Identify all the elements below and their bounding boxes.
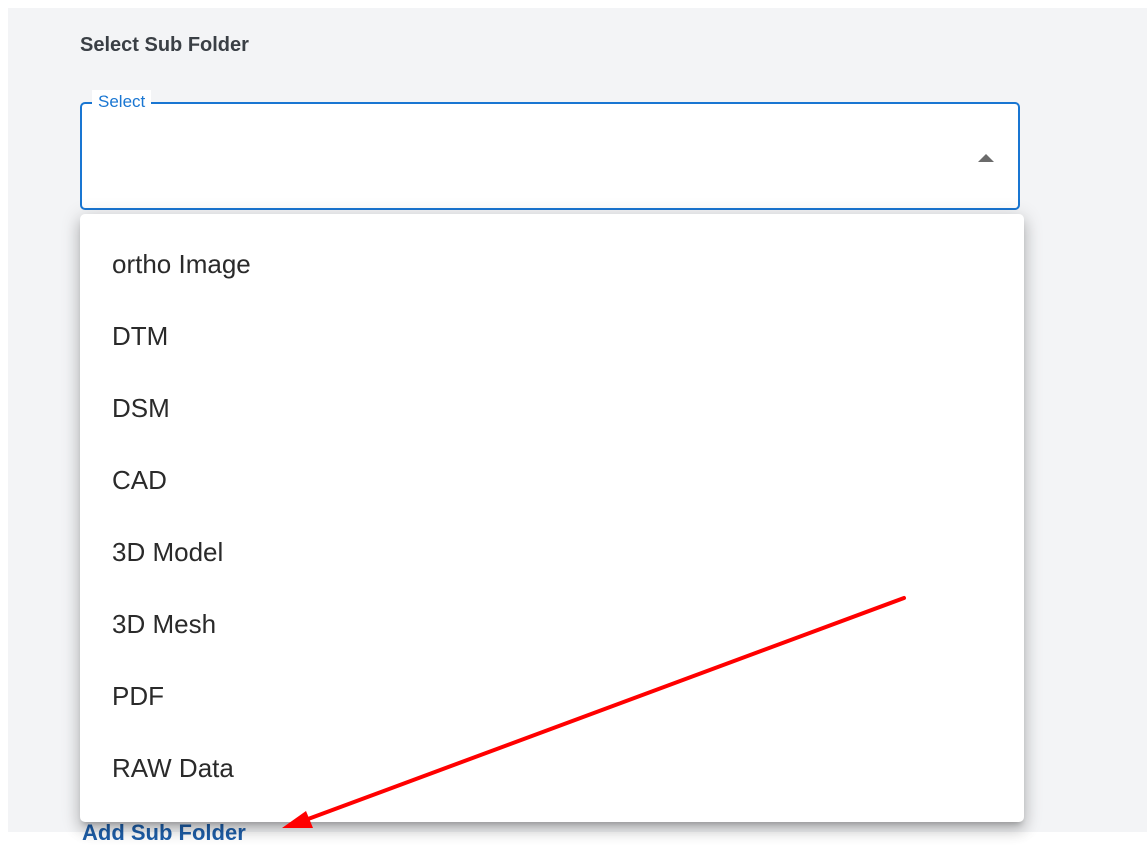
menu-item-dtm[interactable]: DTM <box>80 300 1024 372</box>
select-label: Select <box>92 90 152 114</box>
menu-item-ortho-image[interactable]: ortho Image <box>80 228 1024 300</box>
dropdown-menu: ortho Image DTM DSM CAD 3D Model 3D Mesh… <box>80 214 1024 822</box>
menu-item-dsm[interactable]: DSM <box>80 372 1024 444</box>
triangle-up-icon[interactable] <box>978 154 994 162</box>
menu-item-3d-mesh[interactable]: 3D Mesh <box>80 588 1024 660</box>
add-sub-folder-link[interactable]: Add Sub Folder <box>82 820 246 846</box>
menu-item-cad[interactable]: CAD <box>80 444 1024 516</box>
menu-item-3d-model[interactable]: 3D Model <box>80 516 1024 588</box>
sub-folder-select[interactable]: Select <box>80 90 1020 210</box>
section-title: Select Sub Folder <box>80 34 249 56</box>
menu-item-raw-data[interactable]: RAW Data <box>80 732 1024 804</box>
menu-item-pdf[interactable]: PDF <box>80 660 1024 732</box>
